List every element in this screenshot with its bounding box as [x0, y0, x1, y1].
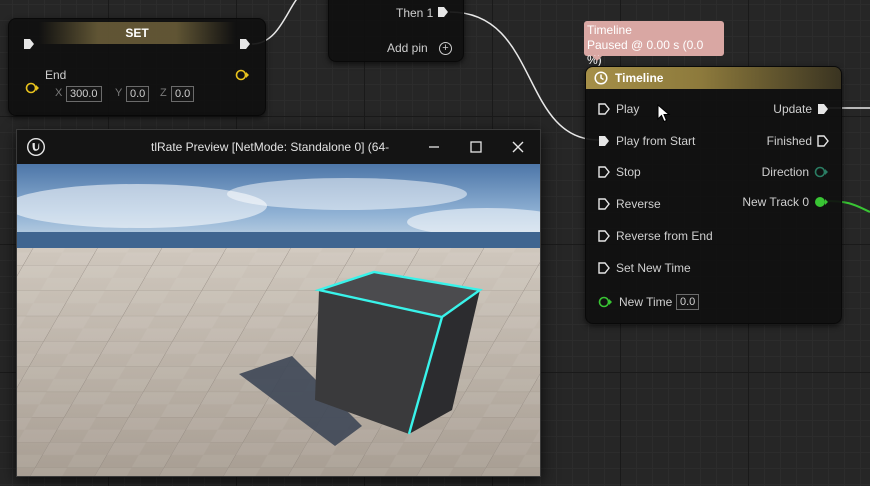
direction-out-pin-icon[interactable]: [814, 166, 829, 178]
minimize-icon[interactable]: [423, 136, 445, 158]
plus-circle-icon[interactable]: +: [439, 42, 452, 55]
then-1-pin-label: Then 1: [396, 6, 434, 20]
preview-window[interactable]: tlRate Preview [NetMode: Standalone 0] (…: [16, 129, 541, 477]
cloud: [227, 178, 467, 210]
exec-in-pin-icon[interactable]: [598, 166, 610, 178]
reverse-pin-label: Reverse: [616, 197, 661, 211]
bubble-status: Paused @ 0.00 s (0.0 %): [587, 38, 704, 67]
exec-in-pin-icon[interactable]: [23, 38, 35, 50]
z-value-input[interactable]: 0.0: [171, 86, 195, 102]
float-in-pin-icon[interactable]: [598, 296, 613, 308]
new-track-0-pin-label: New Track 0: [742, 195, 809, 209]
finished-exec-out-pin-icon[interactable]: [817, 135, 829, 147]
exec-in-pin-icon[interactable]: [598, 103, 610, 115]
add-pin-button[interactable]: Add pin: [387, 41, 428, 57]
sequence-node[interactable]: Then 1 Add pin +: [328, 0, 464, 62]
timeline-node-header: Timeline: [586, 67, 841, 89]
vector-in-pin-icon[interactable]: [25, 82, 39, 94]
z-label: Z: [160, 87, 167, 99]
x-label: X: [55, 87, 63, 99]
bubble-title: Timeline: [587, 23, 632, 37]
finished-pin-label: Finished: [766, 134, 812, 148]
exec-in-pin-icon[interactable]: [598, 262, 610, 274]
new-time-pin-label: New Time: [619, 295, 673, 309]
end-pin-label: End: [45, 68, 67, 82]
play-pin-label: Play: [616, 102, 640, 116]
new-time-value-input[interactable]: 0.0: [676, 294, 700, 310]
mouse-cursor-icon: [657, 104, 671, 123]
game-viewport[interactable]: [17, 164, 540, 476]
exec-wire-sequence-to-play-from-start: [449, 11, 600, 141]
close-icon[interactable]: [507, 136, 529, 158]
y-label: Y: [115, 87, 123, 99]
reverse-from-end-pin-label: Reverse from End: [616, 229, 713, 243]
update-exec-out-pin-icon[interactable]: [817, 103, 829, 115]
exec-in-pin-icon[interactable]: [598, 198, 610, 210]
direction-pin-label: Direction: [761, 165, 809, 179]
set-new-time-pin-label: Set New Time: [616, 261, 691, 275]
set-node-title: SET: [39, 22, 235, 44]
exec-out-pin-icon[interactable]: [239, 38, 251, 50]
exec-in-pin-icon[interactable]: [598, 135, 610, 147]
exec-in-pin-icon[interactable]: [598, 230, 610, 242]
vector-out-pin-icon[interactable]: [235, 69, 249, 81]
cloud: [17, 184, 267, 228]
window-title: tlRate Preview [NetMode: Standalone 0] (…: [151, 140, 390, 154]
then-1-exec-pin-icon[interactable]: [437, 6, 449, 18]
clock-icon: [594, 71, 608, 85]
update-pin-label: Update: [773, 102, 812, 116]
new-track-0-out-pin-icon[interactable]: [814, 196, 829, 208]
window-title-bar[interactable]: tlRate Preview [NetMode: Standalone 0] (…: [17, 130, 540, 164]
timeline-node[interactable]: Timeline Play Play from Start Stop Rever…: [585, 66, 842, 324]
set-node[interactable]: SET End X 300.0 Y 0.0 Z 0.0: [8, 18, 266, 116]
stop-pin-label: Stop: [616, 165, 641, 179]
timeline-debug-bubble: Timeline Paused @ 0.00 s (0.0 %): [584, 21, 724, 67]
x-value-input[interactable]: 300.0: [66, 86, 102, 102]
play-from-start-pin-label: Play from Start: [616, 134, 696, 148]
maximize-icon[interactable]: [465, 136, 487, 158]
y-value-input[interactable]: 0.0: [126, 86, 150, 102]
timeline-node-title: Timeline: [615, 71, 664, 85]
unreal-logo-icon: [27, 138, 45, 156]
